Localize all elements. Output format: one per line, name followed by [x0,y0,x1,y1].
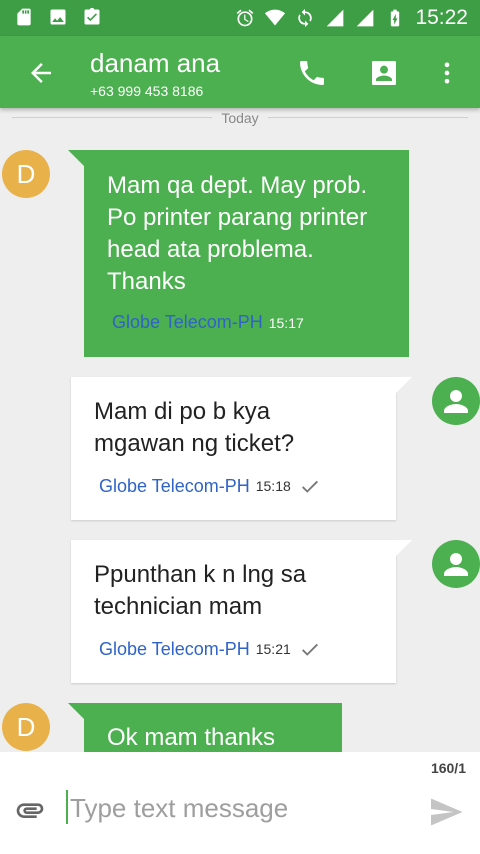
person-icon [444,553,468,576]
contact-avatar[interactable]: D [2,703,50,751]
image-icon [50,9,66,25]
contact-name: danam ana [90,48,221,78]
date-label: Today [221,110,259,126]
self-avatar[interactable] [432,540,480,588]
message-bubble-outgoing[interactable]: Mam di po b kya mgawan ng ticket? Globe … [71,377,396,520]
contact-avatar[interactable]: D [2,150,50,198]
system-icons: 15:22 [235,6,468,30]
message-text: Mam qa dept. May prob. Po printer parang… [107,172,368,295]
sd-card-icon [17,8,31,26]
message-text: Ok mam thanks [107,724,276,751]
bubble-tail [396,540,412,556]
message-meta: Globe Telecom-PH 15:17 [112,312,304,333]
back-arrow-icon[interactable] [26,58,56,88]
message-bubble-incoming[interactable]: Ok mam thanks [84,703,342,752]
message-input[interactable] [70,788,410,828]
contact-number: +63 999 453 8186 [90,83,204,99]
wifi-icon [265,9,286,26]
data-sync-icon [298,8,313,28]
signal-icon-2 [357,9,374,27]
sim-label: Globe Telecom-PH [99,638,250,659]
sim-label: Globe Telecom-PH [112,312,263,332]
message-time: 15:21 [255,641,291,657]
message-bubble-incoming[interactable]: Mam qa dept. May prob. Po printer parang… [84,150,409,357]
battery-charging-icon [391,9,400,27]
message-time: 15:17 [268,314,304,331]
message-meta: Globe Telecom-PH 15:21 [99,638,323,660]
bubble-tail [396,377,412,393]
bubble-tail [68,703,84,719]
attach-icon[interactable] [14,794,46,826]
message-text: Mam di po b kya mgawan ng ticket? [94,398,295,457]
message-bubble-outgoing[interactable]: Ppunthan k n lng sa technician mam Globe… [71,540,396,683]
more-vert-icon[interactable] [433,57,461,89]
contact-card-icon[interactable] [368,57,400,89]
check-icon [301,480,318,493]
self-avatar[interactable] [432,377,480,425]
signal-icon [327,9,344,27]
status-bar: 15:22 [0,0,480,36]
phone-icon[interactable] [296,57,328,89]
character-counter: 160/1 [430,760,466,776]
check-icon [301,643,318,656]
send-icon[interactable] [428,794,464,830]
alarm-icon [237,9,254,27]
divider-line [268,117,468,118]
clock: 15:22 [415,6,468,29]
date-divider: Today [0,108,480,128]
conversation-toolbar: danam ana +63 999 453 8186 [0,36,480,108]
sim-label: Globe Telecom-PH [99,475,250,496]
message-meta: Globe Telecom-PH 15:18 [99,475,323,497]
clipboard-check-icon [84,7,100,25]
bubble-tail [68,150,84,166]
message-text: Ppunthan k n lng sa technician mam [94,561,307,620]
message-time: 15:18 [255,478,291,494]
text-cursor [66,790,68,824]
person-icon [444,390,468,413]
notification-icons [14,7,102,27]
